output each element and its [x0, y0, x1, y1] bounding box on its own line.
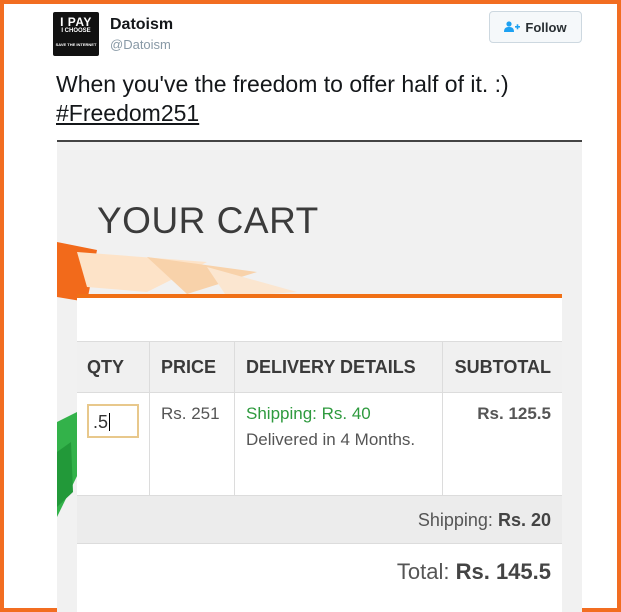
item-shipping: Shipping: Rs. 40 — [246, 404, 371, 423]
total-label: Total: — [396, 559, 450, 584]
item-subtotal: Rs. 125.5 — [477, 404, 551, 423]
follow-button[interactable]: Follow — [489, 11, 582, 43]
blank-row — [77, 298, 562, 342]
avatar[interactable]: I PAY I CHOOSE SAVE THE INTERNET — [53, 12, 99, 56]
cart-title: YOUR CART — [97, 200, 319, 241]
tweet-body: When you've the freedom to offer half of… — [56, 71, 509, 97]
cart-screenshot: YOUR CART QTY PRICE DELIVERY DETAILS SUB… — [57, 140, 582, 612]
delivery-note: Delivered in 4 Months. — [246, 430, 416, 449]
quantity-input[interactable]: .5 — [87, 404, 139, 438]
hashtag-link[interactable]: #Freedom251 — [56, 100, 199, 126]
total-value: Rs. 145.5 — [455, 559, 551, 584]
text-caret — [109, 413, 111, 431]
quantity-value: .5 — [93, 412, 109, 432]
user-handle[interactable]: @Datoism — [110, 37, 171, 52]
column-divider — [442, 342, 443, 496]
add-user-icon — [504, 21, 521, 32]
cart-table: QTY PRICE DELIVERY DETAILS SUBTOTAL .5 R… — [77, 298, 562, 612]
header-delivery: DELIVERY DETAILS — [246, 357, 416, 377]
avatar-line-3: SAVE THE INTERNET — [55, 42, 97, 47]
header-price: PRICE — [161, 357, 217, 377]
orange-decoration — [57, 242, 297, 302]
shipping-row: Shipping: Rs. 20 — [77, 496, 562, 544]
total-row: Total: Rs. 145.5 — [77, 545, 562, 605]
header-subtotal: SUBTOTAL — [454, 357, 551, 377]
shipping-value: Rs. 20 — [497, 510, 551, 530]
item-price: Rs. 251 — [161, 404, 220, 423]
avatar-line-1: I PAY — [60, 15, 92, 29]
order-total: Total: Rs. 145.5 — [397, 559, 551, 585]
user-name[interactable]: Datoism — [110, 16, 173, 34]
shipping-total: Shipping: Rs. 20 — [418, 510, 551, 531]
column-divider — [234, 342, 235, 496]
tweet-text: When you've the freedom to offer half of… — [56, 70, 596, 128]
image-frame: I PAY I CHOOSE SAVE THE INTERNET Datoism… — [0, 0, 621, 612]
header-qty: QTY — [87, 357, 125, 377]
column-divider — [149, 342, 150, 496]
follow-label: Follow — [525, 19, 567, 35]
shipping-label: Shipping: — [417, 510, 493, 530]
avatar-line-2: I CHOOSE — [61, 28, 91, 34]
